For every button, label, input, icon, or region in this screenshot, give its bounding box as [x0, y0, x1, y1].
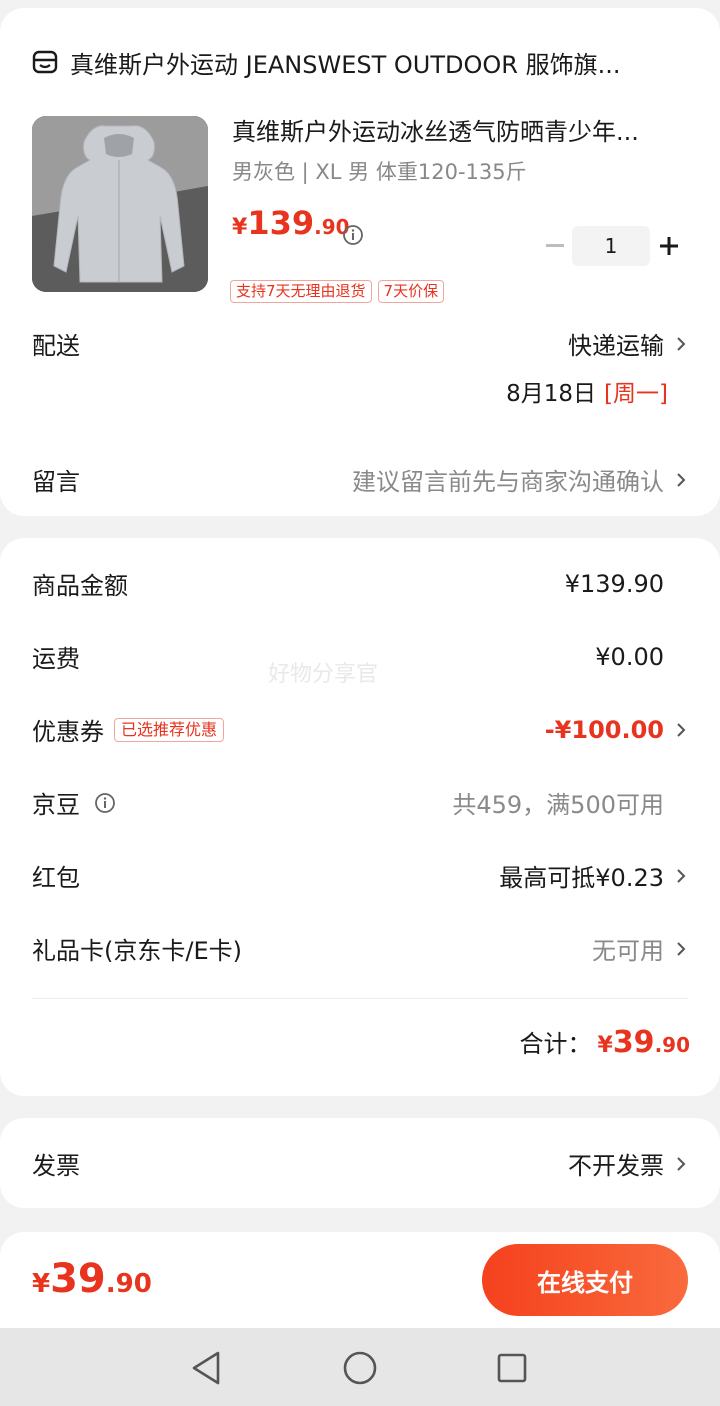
red-packet-value: 最高可抵¥0.23	[499, 864, 664, 892]
product-title[interactable]: 真维斯户外运动冰丝透气防晒青少年...	[232, 112, 688, 147]
service-tags: 支持7天无理由退货 7天价保	[230, 280, 445, 303]
chevron-right-icon	[674, 938, 688, 960]
jd-beans-value: 共459，满500可用	[452, 791, 664, 819]
message-placeholder: 建议留言前先与商家沟通确认	[352, 468, 664, 496]
price-integer: 139	[247, 204, 315, 242]
invoice-label: 发票	[32, 1152, 80, 1180]
back-triangle-icon[interactable]	[186, 1348, 226, 1388]
delivery-date-text: 8月18日	[506, 381, 597, 407]
coupon-value: -¥100.00	[544, 715, 664, 744]
delivery-label: 配送	[32, 332, 80, 360]
order-card: 真维斯户外运动 JEANSWEST OUTDOOR 服饰旗... 真维斯户外运动…	[0, 8, 720, 516]
total-integer: 39	[612, 1025, 655, 1060]
total-row: 合计： ¥ 39 .90	[520, 1024, 691, 1060]
gift-card-value: 无可用	[592, 937, 664, 965]
invoice-card: 发票 不开发票	[0, 1118, 720, 1208]
tag-return-policy: 支持7天无理由退货	[230, 280, 372, 303]
coupon-row[interactable]: 优惠券 已选推荐优惠 -¥100.00	[32, 712, 688, 747]
total-price: ¥ 39 .90	[598, 1025, 691, 1060]
invoice-row[interactable]: 发票 不开发票	[32, 1146, 688, 1181]
red-packet-label: 红包	[32, 864, 80, 892]
price-info-icon[interactable]	[342, 224, 364, 246]
delivery-date: 8月18日 [周一]	[506, 374, 668, 408]
delivery-row[interactable]: 配送 快递运输	[32, 326, 688, 361]
jd-beans-label: 京豆	[32, 791, 80, 819]
system-nav-bar	[0, 1328, 720, 1406]
total-currency: ¥	[597, 1033, 613, 1058]
checkout-currency: ¥	[32, 1269, 51, 1299]
home-circle-icon[interactable]	[340, 1348, 380, 1388]
total-decimal: .90	[654, 1033, 690, 1057]
checkout-price: ¥ 39 .90	[32, 1256, 152, 1302]
chevron-right-icon	[674, 333, 688, 355]
total-label: 合计：	[519, 1030, 592, 1058]
jd-beans-info-icon[interactable]	[94, 792, 116, 814]
divider	[32, 998, 688, 999]
store-row[interactable]: 真维斯户外运动 JEANSWEST OUTDOOR 服饰旗...	[32, 44, 692, 80]
checkout-decimal: .90	[105, 1269, 152, 1299]
goods-amount-value: ¥139.90	[564, 569, 664, 598]
gift-card-label: 礼品卡(京东卡/E卡)	[32, 937, 242, 965]
price-summary-card: 好物分享官 商品金额 ¥139.90 运费 ¥0.00 优惠券 已选推荐优惠 -…	[0, 538, 720, 1096]
quantity-stepper: 1	[538, 226, 688, 266]
jd-beans-row[interactable]: 京豆 共459，满500可用	[32, 785, 688, 820]
goods-amount-label: 商品金额	[32, 572, 128, 600]
chevron-right-icon	[674, 865, 688, 887]
coupon-badge: 已选推荐优惠	[114, 717, 225, 742]
chevron-right-icon	[674, 719, 688, 741]
store-icon	[32, 49, 58, 75]
chevron-right-icon	[674, 1153, 688, 1175]
coupon-label: 优惠券	[32, 718, 104, 746]
recents-square-icon[interactable]	[492, 1348, 532, 1388]
store-name: 真维斯户外运动 JEANSWEST OUTDOOR 服饰旗...	[70, 50, 621, 79]
product-image[interactable]	[32, 116, 208, 292]
pay-online-button[interactable]: 在线支付	[482, 1244, 688, 1316]
tag-price-protection: 7天价保	[377, 280, 445, 303]
gift-card-row[interactable]: 礼品卡(京东卡/E卡) 无可用	[32, 931, 688, 966]
shipping-value: ¥0.00	[595, 642, 664, 671]
quantity-input[interactable]: 1	[572, 226, 650, 266]
product-price: ¥ 139 .90	[232, 204, 350, 242]
shipping-label: 运费	[32, 645, 80, 673]
decrease-quantity-button[interactable]	[538, 226, 572, 266]
shipping-row: 运费 ¥0.00	[32, 639, 688, 674]
message-row[interactable]: 留言 建议留言前先与商家沟通确认	[32, 462, 688, 497]
delivery-weekday: [周一]	[604, 381, 668, 407]
message-label: 留言	[32, 468, 80, 496]
red-packet-row[interactable]: 红包 最高可抵¥0.23	[32, 858, 688, 893]
price-currency: ¥	[232, 215, 248, 240]
goods-amount-row: 商品金额 ¥139.90	[32, 566, 688, 601]
increase-quantity-button[interactable]	[650, 226, 688, 266]
checkout-bar: ¥ 39 .90 在线支付	[0, 1232, 720, 1328]
delivery-method: 快递运输	[568, 332, 664, 360]
checkout-integer: 39	[50, 1256, 106, 1302]
product-spec[interactable]: 男灰色 | XL 男 体重120-135斤	[232, 156, 527, 186]
invoice-value: 不开发票	[568, 1152, 664, 1180]
chevron-right-icon	[674, 469, 688, 491]
